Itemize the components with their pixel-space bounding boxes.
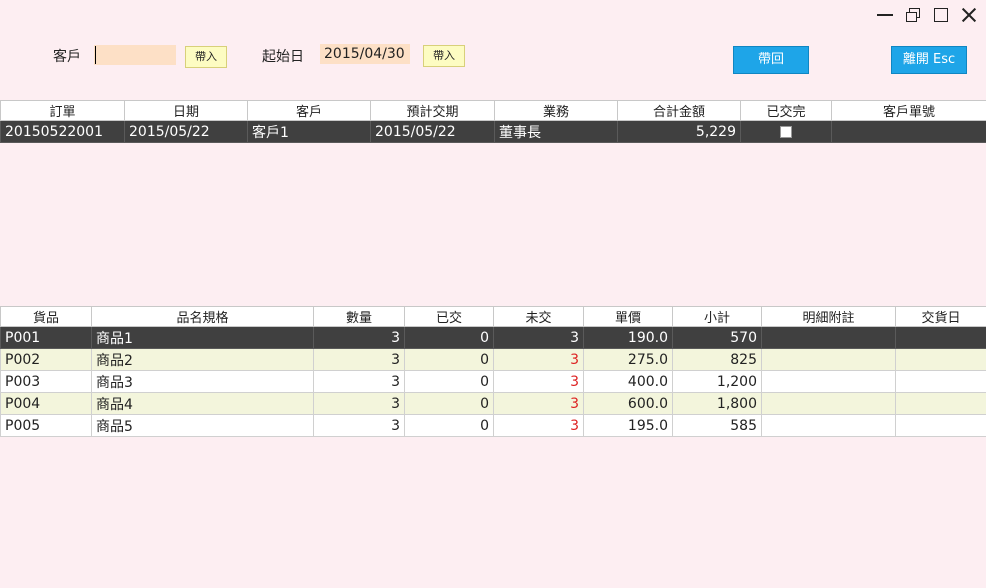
item-delivery-date	[895, 326, 986, 349]
col-header-delivered[interactable]: 已交	[404, 306, 494, 327]
restore-icon[interactable]	[904, 6, 922, 24]
item-delivered: 0	[404, 392, 494, 415]
maximize-icon[interactable]	[932, 6, 950, 24]
col-header-completed[interactable]: 已交完	[740, 100, 832, 121]
completed-checkbox[interactable]	[780, 125, 792, 138]
window-controls	[876, 6, 978, 24]
table-row[interactable]: P005 商品5 3 0 3 195.0 585	[0, 414, 986, 437]
table-row[interactable]: P003 商品3 3 0 3 400.0 1,200	[0, 370, 986, 393]
item-pending: 3	[493, 414, 584, 437]
item-delivery-date	[895, 414, 986, 437]
item-code: P003	[0, 370, 92, 393]
col-header-item[interactable]: 貨品	[0, 306, 92, 327]
item-subtotal: 1,200	[672, 370, 762, 393]
return-button[interactable]: 帶回	[733, 46, 809, 74]
customer-import-button[interactable]: 帶入	[185, 46, 227, 68]
order-total: 5,229	[617, 120, 741, 143]
item-name: 商品2	[91, 348, 314, 371]
item-qty: 3	[313, 392, 405, 415]
details-header-row: 貨品 品名規格 數量 已交 未交 單價 小計 明細附註 交貨日	[0, 306, 986, 327]
item-qty: 3	[313, 326, 405, 349]
col-header-pending[interactable]: 未交	[493, 306, 584, 327]
col-header-note[interactable]: 明細附註	[761, 306, 896, 327]
item-qty: 3	[313, 370, 405, 393]
item-subtotal: 1,800	[672, 392, 762, 415]
col-header-customer[interactable]: 客戶	[247, 100, 371, 121]
item-code: P004	[0, 392, 92, 415]
item-price: 400.0	[583, 370, 673, 393]
start-date-input[interactable]: 2015/04/30	[320, 44, 410, 64]
exit-button[interactable]: 離開 Esc	[891, 46, 967, 74]
col-header-order[interactable]: 訂單	[0, 100, 125, 121]
orders-table: 訂單 日期 客戶 預計交期 業務 合計金額 已交完 客戶單號 201505220…	[0, 100, 986, 143]
order-customer-no	[831, 120, 986, 143]
item-subtotal: 825	[672, 348, 762, 371]
table-row[interactable]: P004 商品4 3 0 3 600.0 1,800	[0, 392, 986, 415]
col-header-sales[interactable]: 業務	[494, 100, 618, 121]
item-code: P002	[0, 348, 92, 371]
close-icon[interactable]	[960, 6, 978, 24]
order-completed-cell	[740, 120, 832, 143]
col-header-date[interactable]: 日期	[124, 100, 248, 121]
item-name: 商品5	[91, 414, 314, 437]
item-note	[761, 414, 896, 437]
item-delivery-date	[895, 392, 986, 415]
item-delivered: 0	[404, 348, 494, 371]
col-header-subtotal[interactable]: 小計	[672, 306, 762, 327]
col-header-delivery-date[interactable]: 交貨日	[895, 306, 986, 327]
item-price: 275.0	[583, 348, 673, 371]
item-delivered: 0	[404, 414, 494, 437]
col-header-total[interactable]: 合計金額	[617, 100, 741, 121]
orders-header-row: 訂單 日期 客戶 預計交期 業務 合計金額 已交完 客戶單號	[0, 100, 986, 121]
customer-input[interactable]	[94, 45, 176, 65]
item-note	[761, 348, 896, 371]
item-code: P001	[0, 326, 92, 349]
col-header-price[interactable]: 單價	[583, 306, 673, 327]
item-subtotal: 585	[672, 414, 762, 437]
item-price: 195.0	[583, 414, 673, 437]
item-name: 商品3	[91, 370, 314, 393]
item-delivery-date	[895, 348, 986, 371]
item-subtotal: 570	[672, 326, 762, 349]
col-header-due-date[interactable]: 預計交期	[370, 100, 495, 121]
item-name: 商品4	[91, 392, 314, 415]
item-qty: 3	[313, 348, 405, 371]
start-date-label: 起始日	[262, 49, 304, 65]
item-note	[761, 326, 896, 349]
details-table: 貨品 品名規格 數量 已交 未交 單價 小計 明細附註 交貨日 P001 商品1…	[0, 306, 986, 437]
item-price: 190.0	[583, 326, 673, 349]
start-date-import-button[interactable]: 帶入	[423, 45, 465, 67]
col-header-customer-no[interactable]: 客戶單號	[831, 100, 986, 121]
item-delivery-date	[895, 370, 986, 393]
item-delivered: 0	[404, 326, 494, 349]
item-pending: 3	[493, 326, 584, 349]
order-customer: 客戶1	[247, 120, 371, 143]
customer-label: 客戶	[53, 49, 81, 65]
item-delivered: 0	[404, 370, 494, 393]
item-name: 商品1	[91, 326, 314, 349]
item-pending: 3	[493, 392, 584, 415]
col-header-qty[interactable]: 數量	[313, 306, 405, 327]
minimize-icon[interactable]	[876, 6, 894, 24]
item-qty: 3	[313, 414, 405, 437]
item-pending: 3	[493, 370, 584, 393]
text-caret	[95, 46, 96, 64]
item-code: P005	[0, 414, 92, 437]
table-row[interactable]: P002 商品2 3 0 3 275.0 825	[0, 348, 986, 371]
table-row[interactable]: P001 商品1 3 0 3 190.0 570	[0, 326, 986, 349]
order-number: 20150522001	[0, 120, 125, 143]
item-note	[761, 392, 896, 415]
table-row[interactable]: 20150522001 2015/05/22 客戶1 2015/05/22 董事…	[0, 120, 986, 143]
order-date: 2015/05/22	[124, 120, 248, 143]
order-due-date: 2015/05/22	[370, 120, 495, 143]
item-note	[761, 370, 896, 393]
col-header-name[interactable]: 品名規格	[91, 306, 314, 327]
item-price: 600.0	[583, 392, 673, 415]
order-sales: 董事長	[494, 120, 618, 143]
item-pending: 3	[493, 348, 584, 371]
